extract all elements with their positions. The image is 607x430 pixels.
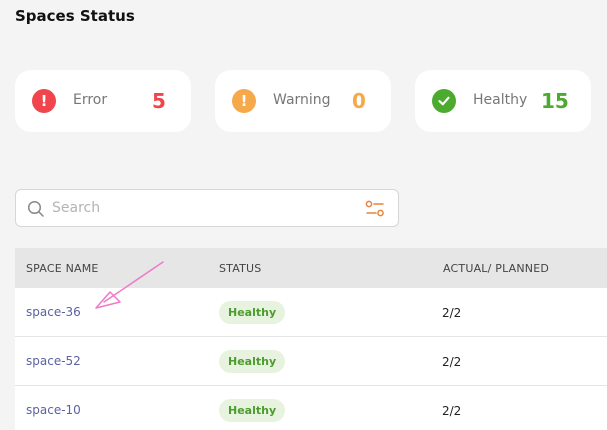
search-input[interactable]: [52, 197, 352, 219]
actual-planned-value: 2/2: [442, 306, 462, 320]
status-badge: Healthy: [219, 350, 286, 373]
column-header-status[interactable]: STATUS: [219, 262, 261, 275]
warning-icon: !: [232, 89, 256, 113]
actual-planned-value: 2/2: [442, 404, 462, 418]
column-header-space-name[interactable]: SPACE NAME: [26, 262, 99, 275]
table-row[interactable]: space-10 Healthy 2/2: [15, 386, 607, 430]
check-icon: [432, 89, 456, 113]
warning-summary-card[interactable]: ! Warning 0: [215, 70, 391, 132]
status-badge: Healthy: [219, 399, 286, 422]
warning-count: 0: [352, 89, 366, 113]
healthy-count: 15: [541, 89, 569, 113]
space-name-link[interactable]: space-10: [26, 403, 81, 417]
healthy-summary-card[interactable]: Healthy 15: [415, 70, 591, 132]
warning-label: Warning: [273, 92, 331, 108]
search-box[interactable]: [15, 189, 399, 227]
search-icon: [27, 200, 44, 217]
error-label: Error: [73, 92, 108, 108]
page-title: Spaces Status: [15, 7, 135, 25]
error-count: 5: [152, 89, 166, 113]
filter-icon[interactable]: [365, 200, 385, 218]
error-summary-card[interactable]: ! Error 5: [15, 70, 191, 132]
column-header-actual-planned[interactable]: ACTUAL/ PLANNED: [443, 262, 549, 275]
table-row[interactable]: space-52 Healthy 2/2: [15, 337, 607, 386]
actual-planned-value: 2/2: [442, 355, 462, 369]
space-name-link[interactable]: space-36: [26, 305, 81, 319]
annotation-arrow-icon: [95, 261, 164, 309]
space-name-link[interactable]: space-52: [26, 354, 81, 368]
error-icon: !: [32, 89, 56, 113]
healthy-label: Healthy: [473, 92, 528, 108]
status-badge: Healthy: [219, 301, 286, 324]
